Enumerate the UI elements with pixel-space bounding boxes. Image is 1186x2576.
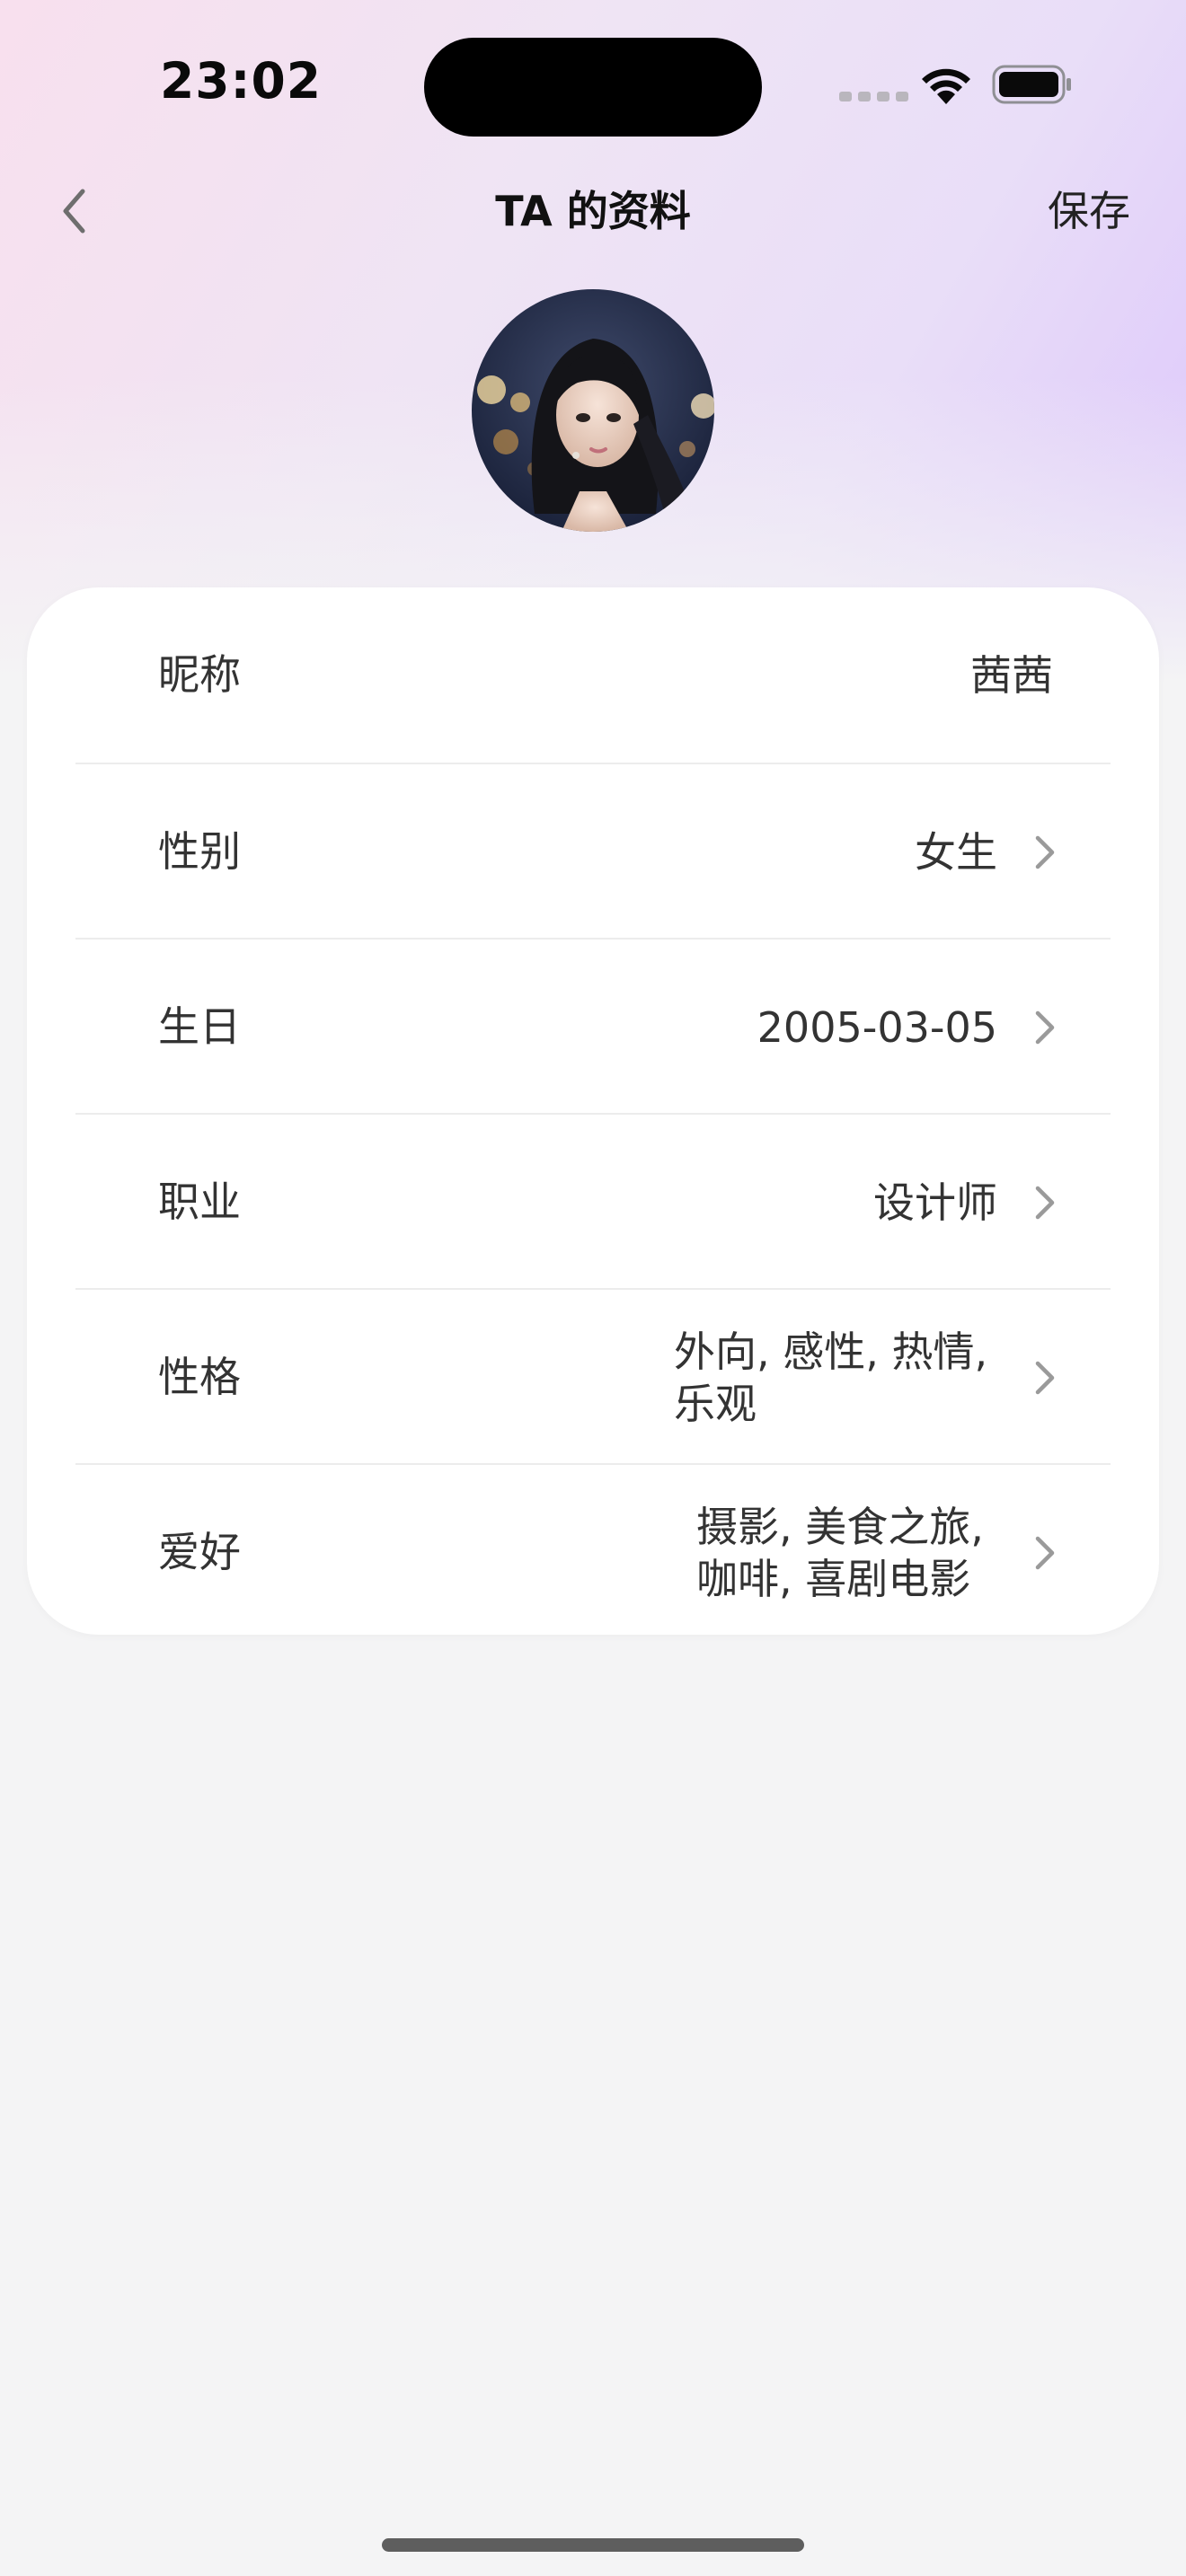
chevron-right-icon (1035, 1010, 1055, 1045)
home-indicator[interactable] (382, 2538, 804, 2552)
field-label: 生日 (158, 1002, 241, 1051)
status-time: 23:02 (160, 52, 323, 110)
page-title: TA 的资料 (495, 187, 691, 235)
chevron-left-icon (63, 189, 85, 234)
field-value: 设计师 (873, 1178, 997, 1227)
field-row-birthday[interactable]: 生日 2005-03-05 (75, 938, 1111, 1115)
field-value: 女生 (915, 827, 997, 877)
field-row-nickname[interactable]: 昵称 茜茜 (75, 587, 1111, 763)
field-value: 茜茜 (970, 650, 1053, 700)
avatar[interactable] (472, 289, 714, 532)
status-bar: 23:02 (0, 0, 1186, 171)
field-label: 性别 (158, 827, 241, 876)
field-row-occupation[interactable]: 职业 设计师 (75, 1113, 1111, 1290)
navigation-bar: TA 的资料 保存 (0, 171, 1186, 251)
field-value: 摄影, 美食之旅, 咖啡, 喜剧电影 (696, 1502, 984, 1603)
chevron-right-icon (1035, 1536, 1055, 1570)
field-label: 职业 (158, 1178, 241, 1226)
profile-photo (472, 289, 714, 532)
field-label: 性格 (158, 1353, 241, 1401)
chevron-right-icon (1035, 1361, 1055, 1395)
field-row-personality[interactable]: 性格 外向, 感性, 热情, 乐观 (75, 1288, 1111, 1465)
field-row-hobbies[interactable]: 爱好 摄影, 美食之旅, 咖啡, 喜剧电影 (75, 1463, 1111, 1640)
dynamic-island (424, 38, 762, 137)
field-label: 昵称 (158, 650, 241, 699)
field-value: 2005-03-05 (757, 1002, 997, 1052)
battery-icon (992, 65, 1071, 104)
save-button[interactable]: 保存 (1048, 171, 1130, 251)
field-label: 爱好 (158, 1528, 241, 1576)
profile-info-card: 昵称 茜茜 性别 女生 生日 2005-03-05 职业 设计师 性格 外向, … (27, 587, 1159, 1635)
back-button[interactable] (47, 181, 101, 241)
field-value: 外向, 感性, 热情, 乐观 (674, 1327, 988, 1428)
wifi-icon (922, 68, 970, 104)
chevron-right-icon (1035, 1186, 1055, 1220)
cellular-signal-icon (839, 92, 908, 101)
field-row-gender[interactable]: 性别 女生 (75, 763, 1111, 940)
chevron-right-icon (1035, 835, 1055, 869)
